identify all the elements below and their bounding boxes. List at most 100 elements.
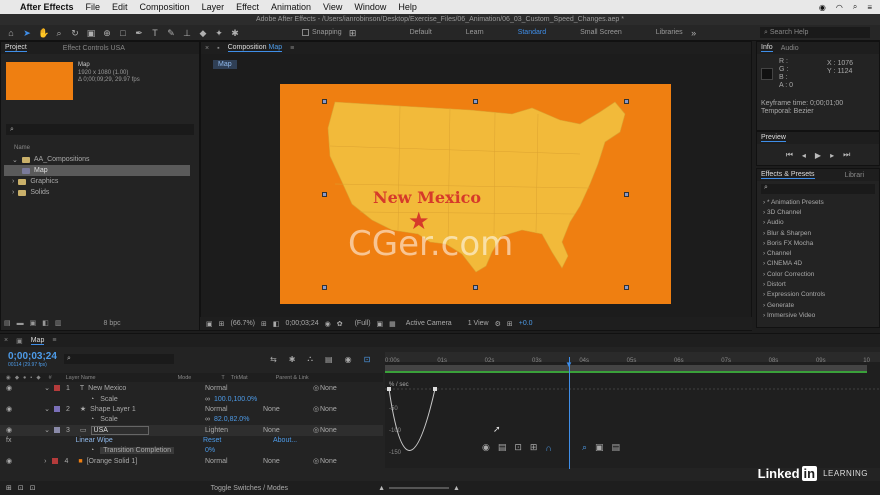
layer-parent[interactable]: None [320, 458, 337, 465]
property-value[interactable]: 100.0,100.0% [214, 396, 257, 403]
fx-icon[interactable]: fx [6, 437, 11, 444]
layer-name[interactable]: Shape Layer 1 [90, 406, 136, 413]
transform-handle[interactable] [624, 192, 629, 197]
transform-handle[interactable] [624, 285, 629, 290]
fit-all-icon[interactable]: ▣ [595, 442, 604, 453]
transform-handle[interactable] [322, 285, 327, 290]
layer-name[interactable]: USA [90, 425, 149, 435]
current-time[interactable]: 0;00;03;24 [286, 320, 319, 327]
visibility-icon[interactable]: ◉ [6, 384, 12, 392]
menu-layer[interactable]: Layer [202, 2, 225, 12]
effect-name[interactable]: Linear Wipe [75, 437, 112, 444]
selection-tool-icon[interactable]: ➤ [22, 28, 32, 38]
visibility-icon[interactable]: ◉ [6, 426, 12, 434]
new-folder-icon[interactable]: ▬ [17, 320, 24, 327]
audio-header-icon[interactable]: ◆ [15, 375, 19, 381]
tree-item-aa-compositions[interactable]: ⌄ AA_Compositions [4, 154, 190, 165]
toggle-switches-modes[interactable]: Toggle Switches / Modes [211, 485, 288, 492]
snap-icon[interactable]: ⊞ [530, 442, 538, 453]
fast-preview-icon[interactable]: ⚙ [495, 320, 501, 328]
camera-dropdown[interactable]: Active Camera [406, 320, 452, 327]
layer-row-3[interactable]: ◉ ⌄ 3 ▭ USA Lighten None ◎ None [0, 425, 383, 436]
next-frame-icon[interactable]: ▸ [830, 151, 834, 160]
solo-header-icon[interactable]: ● [23, 375, 26, 381]
property-value[interactable]: 0% [205, 447, 215, 454]
column-num[interactable]: # [49, 375, 52, 381]
shy-icon[interactable]: ⛬ [307, 354, 313, 364]
label-color[interactable] [53, 406, 60, 413]
eye-icon[interactable]: ◉ [482, 442, 490, 453]
layer-row-2[interactable]: ◉ ⌄ 2 ★ Shape Layer 1 Normal None ◎ None [0, 404, 383, 415]
transfer-controls-icon[interactable]: ⊡ [30, 484, 36, 492]
fit-selection-icon[interactable]: ⌕ [582, 442, 587, 453]
new-composition-icon[interactable]: ▣ [30, 319, 37, 327]
transform-handle[interactable] [473, 99, 478, 104]
snapping-toggle[interactable]: Snapping [302, 29, 342, 36]
layer-parent[interactable]: None [320, 427, 337, 434]
tab-effects-presets[interactable]: Effects & Presets [761, 171, 815, 179]
tab-preview[interactable]: Preview [761, 134, 786, 142]
effect-category[interactable]: › Generate [757, 300, 879, 310]
color-settings-icon[interactable]: ◧ [42, 319, 49, 327]
menu-view[interactable]: View [323, 2, 342, 12]
transform-handle[interactable] [322, 192, 327, 197]
visibility-header-icon[interactable]: ◉ [6, 375, 11, 381]
tab-composition-map[interactable]: Composition Map [227, 44, 283, 52]
parent-pickwhip-icon[interactable]: ◎ [313, 426, 319, 434]
layer-name[interactable]: New Mexico [88, 385, 126, 392]
workspace-standard[interactable]: Standard [518, 29, 546, 36]
tab-libraries[interactable]: Librari [845, 172, 864, 179]
effects-search-input[interactable]: ⌕ [761, 184, 875, 194]
layer-parent[interactable]: None [320, 385, 337, 392]
visibility-icon[interactable]: ◉ [6, 405, 12, 413]
effect-category[interactable]: › Blur & Sharpen [757, 228, 879, 238]
panel-menu-icon[interactable]: ≡ [52, 337, 56, 344]
region-icon[interactable]: ▣ [377, 320, 384, 328]
trash-icon[interactable]: ▥ [55, 319, 62, 327]
close-tab-icon[interactable]: × [205, 45, 209, 52]
hand-tool-icon[interactable]: ✋ [38, 28, 49, 38]
first-frame-icon[interactable]: ⏮ [786, 150, 793, 160]
zoom-in-icon[interactable]: ▲ [453, 485, 460, 492]
graph-editor[interactable]: % / sec -50 -100 -150 ➚ [385, 362, 880, 468]
color-channel-icon[interactable]: ✿ [337, 320, 343, 328]
tab-info[interactable]: Info [761, 44, 773, 52]
column-trkmat[interactable]: TrkMat [231, 375, 248, 381]
snapping-checkbox[interactable] [302, 29, 309, 36]
home-icon[interactable]: ⌂ [6, 28, 16, 38]
label-header-icon[interactable]: ◆ [36, 375, 40, 381]
chevron-right-icon[interactable]: › [12, 178, 14, 185]
snapshot-icon[interactable]: ◉ [325, 320, 331, 328]
menu-composition[interactable]: Composition [140, 2, 190, 12]
draft-3d-icon[interactable]: ✱ [289, 355, 296, 364]
link-icon[interactable]: ∞ [205, 396, 210, 403]
rotate-tool-icon[interactable]: ↻ [70, 28, 80, 38]
snap-grid-icon[interactable]: ⊞ [348, 28, 358, 38]
clone-tool-icon[interactable]: ⊥ [182, 28, 192, 38]
close-tab-icon[interactable]: × [4, 337, 8, 344]
tree-item-graphics[interactable]: › Graphics [4, 176, 190, 187]
tree-item-map[interactable]: Map [4, 165, 190, 176]
brush-tool-icon[interactable]: ✎ [166, 28, 176, 38]
layer-trkmat[interactable]: None [263, 427, 280, 434]
chevron-right-icon[interactable]: › [44, 458, 46, 465]
type-tool-icon[interactable]: T [150, 28, 160, 38]
list-icon[interactable]: ≡ [867, 3, 872, 12]
property-value[interactable]: 82.0,82.0% [214, 416, 249, 423]
zoom-out-icon[interactable]: ▲ [378, 485, 385, 492]
effect-category[interactable]: › Boris FX Mocha [757, 238, 879, 248]
search-help-field[interactable]: ⌕ Search Help [760, 27, 870, 38]
column-parent[interactable]: Parent & Link [276, 375, 309, 381]
layer-row-4[interactable]: ◉ › 4 ■ [Orange Solid 1] Normal None ◎ N… [0, 456, 383, 467]
label-color[interactable] [52, 458, 59, 465]
tab-audio[interactable]: Audio [781, 45, 799, 52]
stopwatch-icon[interactable]: ◔ [90, 416, 94, 423]
graph-type-icon[interactable]: ▤ [498, 442, 507, 453]
transform-handle[interactable] [624, 99, 629, 104]
layer-parent[interactable]: None [320, 406, 337, 413]
layer-row-1[interactable]: ◉ ⌄ 1 T New Mexico Normal ◎ None [0, 383, 383, 394]
project-column-name[interactable]: Name [14, 145, 30, 151]
label-color[interactable] [53, 427, 60, 434]
label-color[interactable] [53, 385, 60, 392]
menu-edit[interactable]: Edit [112, 2, 128, 12]
